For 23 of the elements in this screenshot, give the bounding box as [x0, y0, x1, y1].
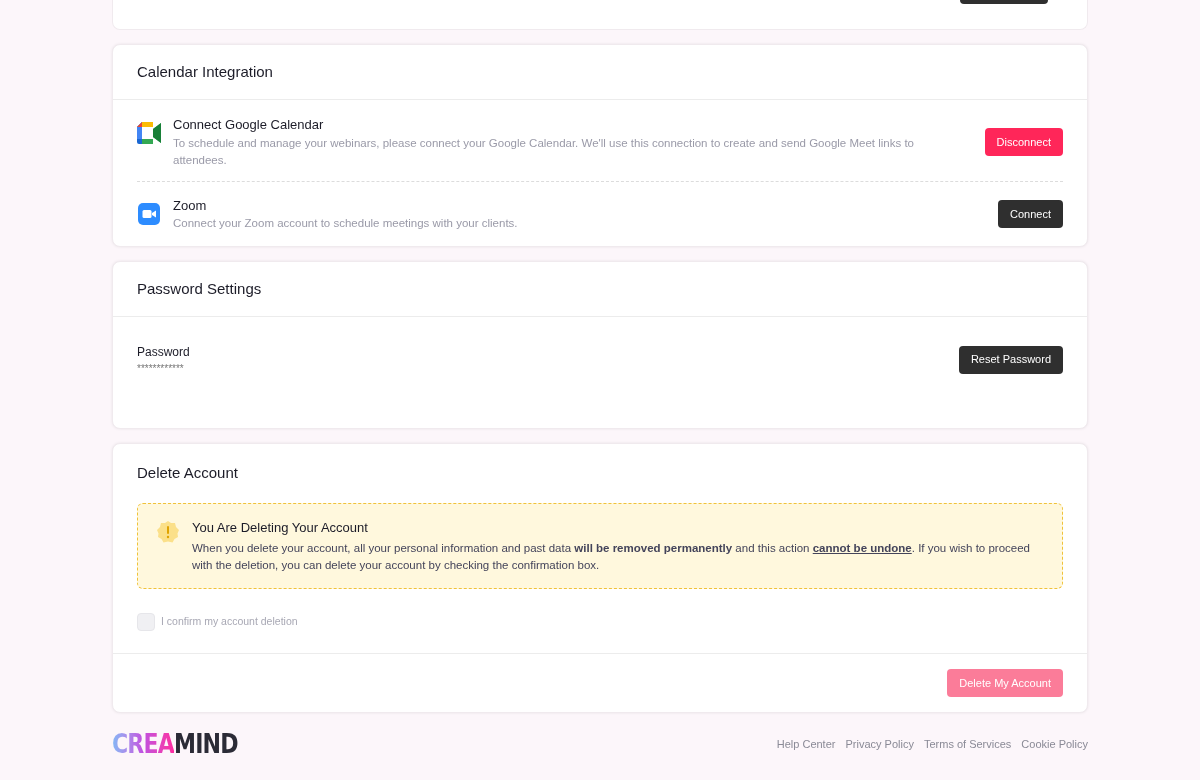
warning-title: You Are Deleting Your Account	[192, 518, 369, 537]
card-title: Password Settings	[137, 278, 262, 299]
field-label: Password	[137, 344, 190, 361]
integration-description: To schedule and manage your webinars, please connect your Google Calendar. We'll use this connection to create and send Google Meet links to attendees.	[173, 135, 915, 168]
footer-link[interactable]: Cookie Policy	[1021, 735, 1088, 753]
card-title: Calendar Integration	[137, 61, 273, 82]
video-camera-icon	[138, 202, 160, 225]
masked-password: ************	[137, 362, 185, 376]
footer-link[interactable]: Privacy Policy	[845, 735, 914, 753]
warning-icon	[156, 519, 180, 544]
integration-name: Connect Google Calendar	[173, 116, 325, 134]
reset-password-button[interactable]: Reset Password	[958, 345, 1063, 374]
video-camera-icon	[137, 122, 161, 144]
integration-name: Zoom	[173, 196, 208, 215]
integration-description: Connect your Zoom account to schedule meetings with your clients.	[173, 216, 519, 231]
card-title: Delete Account	[137, 463, 239, 483]
confirm-label: I confirm my account deletion	[161, 614, 298, 630]
confirm-checkbox[interactable]	[137, 613, 155, 631]
footer-link[interactable]: Terms of Services	[923, 735, 1012, 753]
warning-text: When you delete your account, all your personal information and past data will be removed permanently and this action cannot be undone. If you wish to proceed with the deletion, you can delete your account by checking the confirmation box.	[192, 541, 1031, 573]
footer-link[interactable]: Help Center	[776, 735, 836, 753]
connect-button[interactable]: Connect	[998, 199, 1063, 228]
disconnect-button[interactable]: Disconnect	[984, 127, 1063, 156]
